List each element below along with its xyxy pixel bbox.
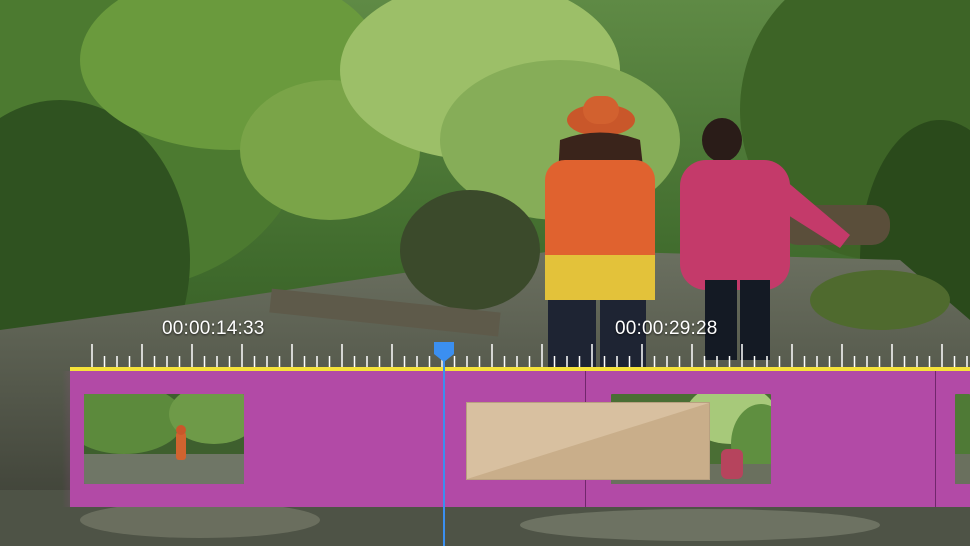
playhead-line[interactable] (443, 350, 445, 546)
playhead-marker-icon[interactable] (432, 340, 456, 364)
clip-thumbnail[interactable] (84, 394, 244, 484)
timecode-marker-left: 00:00:14:33 (162, 318, 265, 339)
clip-thumbnail[interactable] (955, 394, 970, 484)
timecode-marker-right: 00:00:29:28 (615, 318, 718, 339)
clip-thumbnail-image (84, 394, 244, 484)
timeline-ruler[interactable] (90, 342, 970, 370)
clip-thumbnail-image (955, 394, 970, 484)
transition-diagonal (467, 403, 709, 479)
ruler-ticks (91, 344, 968, 368)
clip-boundary[interactable] (935, 371, 936, 507)
cross-dissolve-transition-icon[interactable] (466, 402, 710, 480)
